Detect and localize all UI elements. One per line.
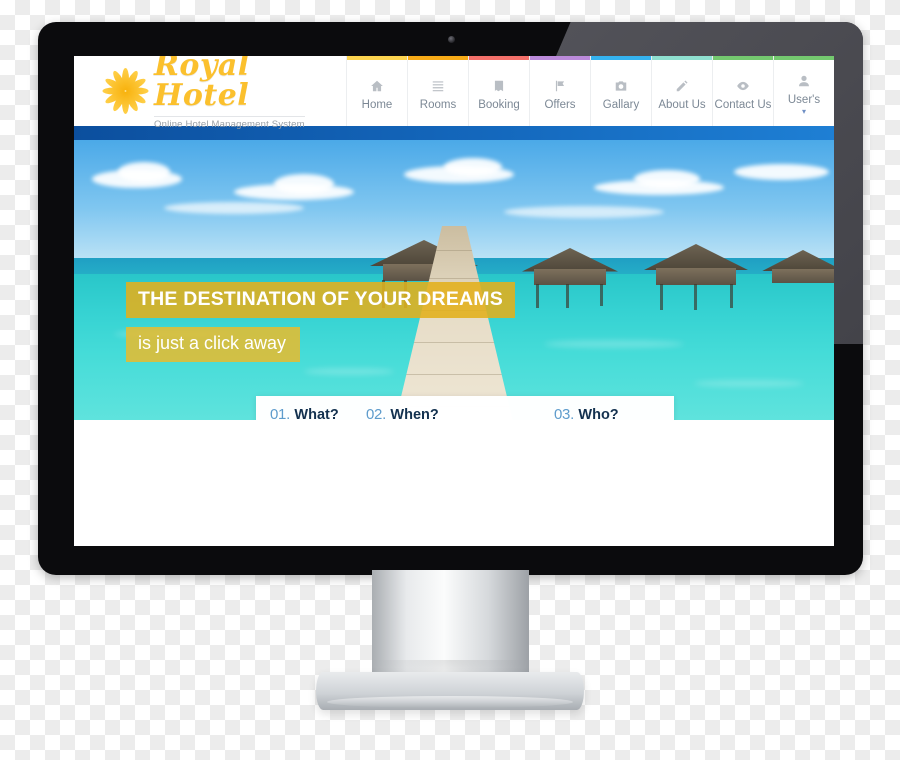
hero-text-block: THE DESTINATION OF YOUR DREAMS is just a…: [126, 282, 515, 362]
step-question: Who?: [578, 407, 619, 420]
nav-color-bar: [530, 56, 590, 60]
nav-color-bar: [591, 56, 651, 60]
nav-item-gallary[interactable]: Gallary: [590, 56, 651, 126]
site-header: Royal Hotel Online Hotel Management Syst…: [74, 56, 834, 129]
nav-label: User's: [787, 94, 821, 106]
book-icon: [492, 77, 506, 94]
nav-item-users[interactable]: User's ▾: [773, 56, 834, 126]
brand-name: Royal Hotel: [154, 56, 250, 113]
nav-item-rooms[interactable]: Rooms: [407, 56, 468, 126]
step-number: 01.: [270, 406, 290, 420]
nav-label: About Us: [658, 99, 706, 111]
nav-label: Contact Us: [714, 99, 772, 111]
nav-label: Gallary: [602, 99, 640, 111]
step-question: When?: [390, 407, 439, 420]
user-icon: [797, 72, 811, 89]
chevron-down-icon[interactable]: ▾: [802, 108, 806, 116]
hero-headline: THE DESTINATION OF YOUR DREAMS: [126, 282, 515, 318]
nav-label: Offers: [544, 99, 576, 111]
bungalow: [762, 250, 834, 284]
nav-item-about-us[interactable]: About Us: [651, 56, 712, 126]
step-question: What?: [294, 407, 339, 420]
nav-label: Booking: [478, 99, 520, 111]
nav-color-bar: [713, 56, 773, 60]
nav-label: Home: [361, 99, 393, 111]
pencil-icon: [675, 77, 689, 94]
list-icon: [431, 77, 445, 94]
flag-icon: [553, 77, 567, 94]
step-number: 02.: [366, 406, 386, 420]
nav-item-contact-us[interactable]: Contact Us: [712, 56, 773, 126]
screenshot-stage: Royal Hotel Online Hotel Management Syst…: [0, 0, 900, 760]
bungalow: [644, 244, 748, 286]
nav-item-booking[interactable]: Booking: [468, 56, 529, 126]
booking-step-what: 01. What?: [256, 406, 352, 420]
booking-step-when: 02. When?: [352, 406, 540, 420]
eye-icon: [736, 77, 750, 94]
hero-subline: is just a click away: [126, 327, 301, 362]
main-navigation: Home Rooms Booking Offers Gallary About …: [346, 56, 834, 126]
monitor-stand-base: [316, 672, 584, 710]
nav-color-bar: [347, 56, 407, 60]
webcam-icon: [447, 36, 455, 43]
step-number: 03.: [554, 406, 574, 420]
brand-text-block: Royal Hotel Online Hotel Management Syst…: [154, 56, 346, 131]
nav-label: Rooms: [419, 99, 457, 111]
screen-content: Royal Hotel Online Hotel Management Syst…: [74, 56, 834, 546]
nav-color-bar: [652, 56, 712, 60]
nav-item-home[interactable]: Home: [346, 56, 407, 126]
booking-step-who: 03. Who?: [540, 406, 660, 420]
site-logo[interactable]: Royal Hotel Online Hotel Management Syst…: [74, 56, 346, 129]
brand-tagline: Online Hotel Management System: [154, 116, 305, 130]
nav-color-bar: [774, 56, 834, 60]
monitor-device: Royal Hotel Online Hotel Management Syst…: [38, 22, 863, 575]
nav-color-bar: [408, 56, 468, 60]
booking-steps-header: 01. What? 02. When? 03. Who?: [256, 396, 674, 420]
nav-color-bar: [469, 56, 529, 60]
home-icon: [370, 77, 384, 94]
hero-banner: THE DESTINATION OF YOUR DREAMS is just a…: [74, 140, 834, 420]
booking-widget: 01. What? 02. When? 03. Who?: [256, 396, 674, 420]
camera-icon: [614, 77, 628, 94]
sun-icon: [102, 68, 148, 114]
nav-item-offers[interactable]: Offers: [529, 56, 590, 126]
bungalow: [522, 248, 618, 286]
